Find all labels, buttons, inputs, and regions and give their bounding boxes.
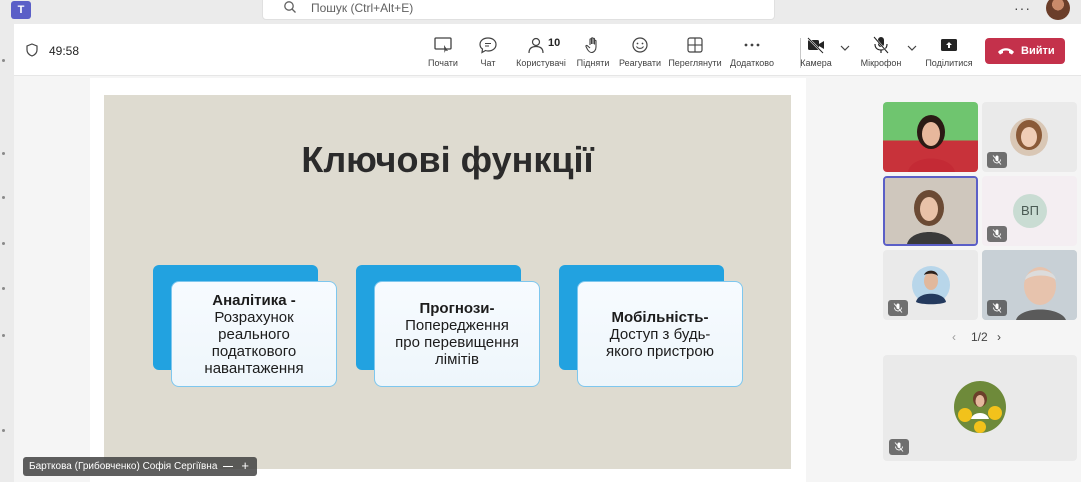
chat-label: Чат — [480, 58, 496, 68]
hand-icon — [585, 37, 597, 54]
phone-icon — [998, 48, 1014, 55]
participant-tile[interactable] — [982, 250, 1077, 320]
left-rail — [0, 24, 14, 482]
rail-dot — [2, 287, 5, 290]
mic-off-icon — [992, 155, 1002, 165]
teams-logo[interactable]: T — [11, 1, 31, 19]
minimize-icon[interactable] — [223, 466, 233, 467]
presentation-slide: Ключові функції Аналітика - Розрахунок р… — [104, 95, 791, 469]
chevron-left-icon[interactable]: ‹ — [952, 330, 956, 344]
people-label: Користувачі — [516, 58, 566, 68]
smile-icon — [632, 37, 648, 53]
meeting-timer: 49:58 — [49, 44, 80, 58]
camera-label: Камера — [800, 58, 832, 68]
muted-badge — [889, 439, 909, 455]
chevron-down-icon[interactable] — [907, 44, 917, 52]
share-tray-icon — [941, 39, 957, 51]
expand-icon[interactable]: + — [241, 458, 249, 473]
card-line: лімітів — [435, 351, 479, 368]
mic-off-icon — [893, 303, 903, 313]
card-line: податкового — [211, 342, 297, 360]
participant-tile-active[interactable] — [883, 176, 978, 246]
rail-dot — [2, 429, 5, 432]
slide-title: Ключові функції — [301, 139, 594, 180]
chevron-down-icon[interactable] — [840, 44, 850, 52]
muted-badge — [987, 152, 1007, 168]
mic-button[interactable]: Мікрофон — [854, 34, 908, 72]
participant-video — [908, 115, 955, 172]
muted-badge — [987, 300, 1007, 316]
leave-label: Вийти — [1021, 45, 1055, 57]
more-dots-icon — [744, 43, 760, 47]
participant-initials: ВП — [1013, 194, 1047, 228]
muted-badge — [888, 300, 908, 316]
card-heading: Мобільність- — [611, 308, 709, 326]
rail-dot — [2, 334, 5, 337]
share-label: Поділитися — [925, 58, 973, 68]
view-button[interactable]: Переглянути — [668, 34, 722, 72]
raise-hand-button[interactable]: Підняти — [566, 34, 620, 72]
page-indicator: 1/2 — [971, 330, 988, 344]
react-label: Реагувати — [618, 58, 662, 68]
mic-off-icon — [873, 36, 889, 54]
participant-tile[interactable]: ВП — [982, 176, 1077, 246]
search-icon — [284, 1, 296, 13]
camera-button[interactable]: Камера — [789, 34, 843, 72]
avatar[interactable] — [1046, 0, 1070, 20]
mic-label: Мікрофон — [860, 58, 902, 68]
search-input[interactable]: Пошук (Ctrl+Alt+E) — [262, 0, 775, 20]
presenter-name-tag[interactable]: Барткова (Грибовченко) Софія Сергіївна + — [23, 457, 257, 476]
more-icon[interactable]: ··· — [1014, 0, 1031, 16]
rail-dot — [2, 59, 5, 62]
self-view-tile[interactable] — [883, 355, 1077, 461]
chat-icon — [479, 37, 497, 54]
feature-card-mobility: Мобільність- Доступ з будь- якого пристр… — [577, 281, 743, 387]
grid-icon — [687, 37, 703, 53]
raise-hand-label: Підняти — [576, 58, 610, 68]
people-button[interactable]: 10 Користувачі — [514, 34, 568, 72]
view-label: Переглянути — [668, 58, 722, 68]
presenter-name: Барткова (Грибовченко) Софія Сергіївна — [29, 461, 218, 472]
card-line: Попередження — [405, 317, 509, 334]
share-button[interactable]: Поділитися — [922, 34, 976, 72]
participant-tile[interactable] — [883, 250, 978, 320]
rail-dot — [2, 242, 5, 245]
more-button[interactable]: Додатково — [725, 34, 779, 72]
card-line: навантаження — [204, 359, 304, 377]
people-icon — [528, 37, 544, 54]
rail-dot — [2, 196, 5, 199]
mic-off-icon — [992, 229, 1002, 239]
card-heading: Прогнози- — [419, 300, 495, 317]
card-line: про перевищення — [395, 334, 519, 351]
camera-off-icon — [807, 37, 824, 54]
card-line: реального — [218, 325, 290, 343]
participant-tile[interactable] — [982, 102, 1077, 172]
people-count: 10 — [548, 37, 561, 49]
feature-card-forecasts: Прогнози- Попередження про перевищення л… — [374, 281, 540, 387]
share-screen-icon — [434, 37, 452, 53]
participant-avatar — [954, 381, 1006, 433]
chat-button[interactable]: Чат — [461, 34, 515, 72]
leave-button[interactable]: Вийти — [985, 38, 1065, 64]
participant-pager: ‹ 1/2 › — [950, 330, 1010, 346]
card-heading: Аналітика - — [212, 291, 296, 309]
mic-off-icon — [992, 303, 1002, 313]
muted-badge — [987, 226, 1007, 242]
card-line: якого пристрою — [606, 342, 714, 360]
mic-off-icon — [894, 442, 904, 452]
search-placeholder: Пошук (Ctrl+Alt+E) — [311, 1, 414, 15]
card-line: Доступ з будь- — [609, 325, 711, 343]
react-button[interactable]: Реагувати — [613, 34, 667, 72]
shield-icon — [26, 43, 38, 57]
feature-card-analytics: Аналітика - Розрахунок реального податко… — [171, 281, 337, 387]
chevron-right-icon[interactable]: › — [997, 330, 1001, 344]
title-bar: T Пошук (Ctrl+Alt+E) ··· — [0, 0, 1081, 24]
participant-video — [885, 178, 976, 244]
rail-dot — [2, 152, 5, 155]
more-label: Додатково — [730, 58, 774, 68]
meeting-toolbar: 49:58 Почати Чат 10 Користувачі Підняти … — [14, 24, 1081, 76]
card-line: Розрахунок — [214, 308, 294, 326]
participant-tile[interactable] — [883, 102, 978, 172]
